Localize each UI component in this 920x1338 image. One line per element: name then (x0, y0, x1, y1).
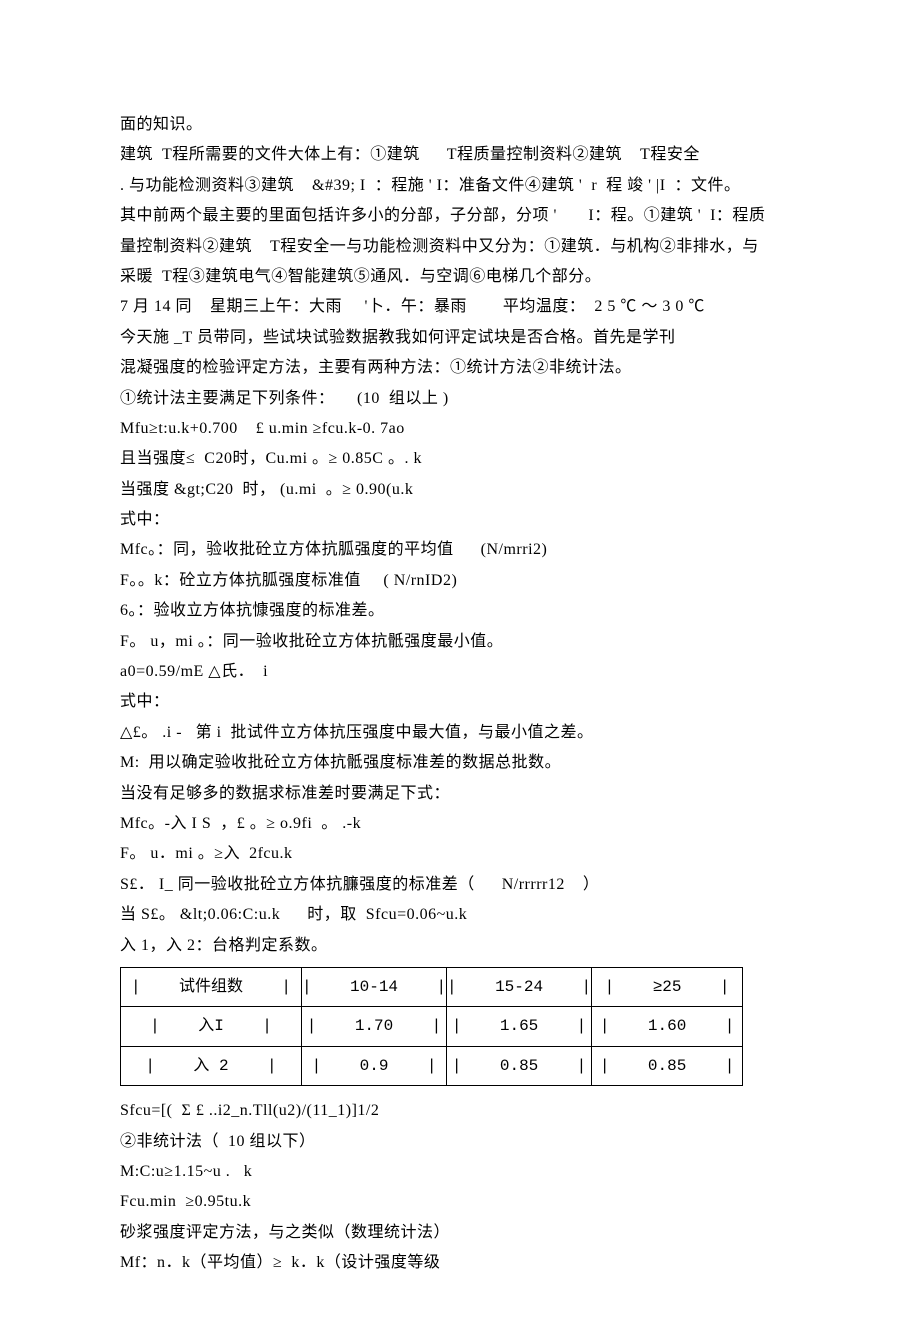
body-line: a0=0.59/mE △氏． i (120, 657, 800, 687)
body-line: Mfc。：同，验收批砼立方体抗胍强度的平均值 (N/mrri2) (120, 535, 800, 565)
body-line: 当没有足够多的数据求标准差时要满足下式： (120, 779, 800, 809)
body-line: 7 月 14 同 星期三上午：大雨 '卜．午：暴雨 平均温度： 2 5 ℃ ～ … (120, 292, 800, 322)
body-line: M:C:u≥1.15~u . k (120, 1157, 800, 1187)
body-line: ①统计法主要满足下列条件： (10 组以上 ) (120, 384, 800, 414)
table-cell: 1.60 (592, 1007, 743, 1046)
body-line: Mf：n．k（平均值）≥ k．k（设计强度等级 (120, 1248, 800, 1278)
body-line: 入 1，入 2：台格判定系数。 (120, 931, 800, 961)
table-header-cell: 试件组数 (121, 967, 302, 1006)
body-line: Mfc。-入 I S ，£ 。≥ o.9fi 。 .-k (120, 809, 800, 839)
table-cell: 入I (121, 1007, 302, 1046)
body-line: S£． I_ 同一验收批砼立方体抗臁强度的标准差（ N/rrrrr12 ） (120, 870, 800, 900)
body-line: 面的知识。 (120, 110, 800, 140)
table-cell: 1.65 (447, 1007, 592, 1046)
table-cell: 0.85 (592, 1046, 743, 1085)
table-row: 入 2 0.9 0.85 0.85 (121, 1046, 743, 1085)
body-line: M: 用以确定验收批砼立方体抗骶强度标准差的数据总批数。 (120, 748, 800, 778)
table-header-cell: 10-14 (302, 967, 447, 1006)
coefficient-table: 试件组数 10-14 15-24 ≥25 入I 1.70 1.65 1.60 入… (120, 967, 743, 1086)
body-line: 式中： (120, 505, 800, 535)
body-line: 量控制资料②建筑 T程安全一与功能检测资料中又分为：①建筑．与机构②非排水，与 (120, 232, 800, 262)
table-cell: 0.9 (302, 1046, 447, 1085)
body-line: 今天施 _T 员带同，些试块试验数据教我如何评定试块是否合格。首先是学刊 (120, 323, 800, 353)
body-line: Sfcu=[( Σ £ ..i2_n.Tll(u2)/(11_1)]1/2 (120, 1096, 800, 1126)
body-line: ②非统计法（ 10 组以下） (120, 1127, 800, 1157)
body-line: 建筑 T程所需要的文件大体上有：①建筑 T程质量控制资料②建筑 T程安全 (120, 140, 800, 170)
body-line: 当强度 &gt;C20 时， (u.mi 。≥ 0.90(u.k (120, 475, 800, 505)
body-line: 式中： (120, 687, 800, 717)
document-page: 面的知识。 建筑 T程所需要的文件大体上有：①建筑 T程质量控制资料②建筑 T程… (0, 0, 920, 1338)
body-line: 当 S£。 &lt;0.06:C:u.k 时，取 Sfcu=0.06~u.k (120, 900, 800, 930)
table-cell: 1.70 (302, 1007, 447, 1046)
body-line: 6。：验收立方体抗慷强度的标准差。 (120, 596, 800, 626)
body-line: 砂浆强度评定方法，与之类似（数理统计法） (120, 1218, 800, 1248)
body-line: △£。 .i - 第 i 批试件立方体抗压强度中最大值，与最小值之差。 (120, 718, 800, 748)
table-cell: 入 2 (121, 1046, 302, 1085)
body-line: 混凝强度的检验评定方法，主要有两种方法：①统计方法②非统计法。 (120, 353, 800, 383)
body-line: . 与功能检测资料③建筑 &#39; I ：程施 ' I：准备文件④建筑 ' r… (120, 171, 800, 201)
body-line: F。 u，mi 。：同一验收批砼立方体抗骶强度最小值。 (120, 627, 800, 657)
table-header-cell: ≥25 (592, 967, 743, 1006)
body-line: Mfu≥t:u.k+0.700 £ u.min ≥fcu.k-0. 7ao (120, 414, 800, 444)
body-line: Fcu.min ≥0.95tu.k (120, 1187, 800, 1217)
body-line: F。。k：砼立方体抗胍强度标准值 ( N/rnID2) (120, 566, 800, 596)
body-line: 采暖 T程③建筑电气④智能建筑⑤通风．与空调⑥电梯几个部分。 (120, 262, 800, 292)
body-line: 其中前两个最主要的里面包括许多小的分部，子分部，分项 ' I：程。①建筑 ' I… (120, 201, 800, 231)
table-row: 试件组数 10-14 15-24 ≥25 (121, 967, 743, 1006)
table-row: 入I 1.70 1.65 1.60 (121, 1007, 743, 1046)
table-header-cell: 15-24 (447, 967, 592, 1006)
body-line: 且当强度≤ C20时，Cu.mi 。≥ 0.85C 。. k (120, 444, 800, 474)
body-line: F。 u．mi 。≥入 2fcu.k (120, 839, 800, 869)
table-cell: 0.85 (447, 1046, 592, 1085)
